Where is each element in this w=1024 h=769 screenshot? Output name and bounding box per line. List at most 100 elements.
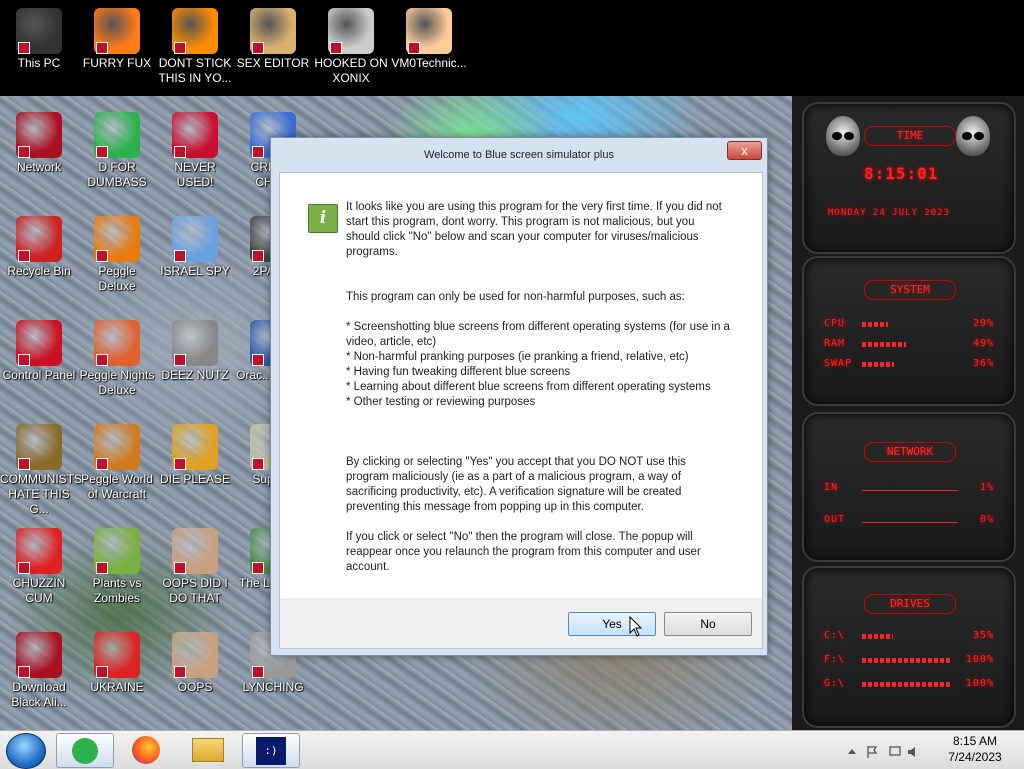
desktop-icon[interactable]: UKRAINE [78, 632, 156, 695]
desktop-icon[interactable]: Network [0, 112, 78, 175]
widget-row-value: 29% [972, 318, 994, 329]
spy-icon [172, 216, 218, 262]
desktop-icon[interactable]: CHUZZIN CUM [0, 528, 78, 606]
desktop-icon[interactable]: Plants vs Zombies [78, 528, 156, 606]
desktop-icon[interactable]: OOPS [156, 632, 234, 695]
taskbar-blue-screen-simulator-icon[interactable]: :) [242, 733, 300, 768]
network-panel: NETWORK IN 1% OUT 0% [802, 412, 1016, 562]
start-button[interactable] [6, 733, 46, 769]
desktop-icon-label: DIE PLEASE [159, 472, 231, 486]
mouse-cursor-icon [629, 616, 643, 637]
windows-stack-icon [172, 320, 218, 366]
money-bag-icon [16, 424, 62, 470]
shortcut-arrow-icon [252, 354, 264, 366]
portrait-64-icon [172, 632, 218, 678]
desktop-icon-label: DEEZ NUTZ [161, 368, 229, 382]
shortcut-arrow-icon [174, 250, 186, 262]
usage-bar [862, 634, 893, 639]
desktop-icon[interactable]: VM0Technic... [390, 8, 468, 71]
usage-bar [862, 362, 894, 367]
taskbar-feedly-icon[interactable] [56, 733, 114, 768]
alien-head-icon [826, 116, 860, 156]
desktop-icon[interactable]: SEX EDITOR [234, 8, 312, 71]
dialog-body: i It looks like you are using this progr… [279, 172, 763, 600]
portrait-icon [172, 528, 218, 574]
shortcut-arrow-icon [252, 250, 264, 262]
widget-row-value: 0% [979, 514, 994, 525]
desktop-icon-label: VM0Technic... [391, 56, 467, 70]
taskbar-clock[interactable]: 8:15 AM 7/24/2023 [930, 733, 1020, 765]
usage-bar [862, 658, 952, 663]
shortcut-arrow-icon [174, 562, 186, 574]
desktop-icon-label: ISRAEL SPY [160, 264, 230, 278]
close-button[interactable]: x [727, 141, 762, 160]
desktop-icon[interactable]: Peggle Nights Deluxe [78, 320, 156, 398]
de-icon [172, 424, 218, 470]
shortcut-arrow-icon [252, 562, 264, 574]
peggle-nights-icon [94, 320, 140, 366]
desktop-icon[interactable]: This PC [0, 8, 78, 71]
volume-icon [908, 747, 915, 757]
desktop-icon-label: UKRAINE [90, 680, 144, 694]
clock-date: 7/24/2023 [948, 750, 1002, 764]
desktop-icon[interactable]: OOPS DID I DO THAT [156, 528, 234, 606]
desktop-icon[interactable]: Download Black Ali... [0, 632, 78, 710]
network-graph [862, 508, 958, 523]
desktop-icon[interactable]: Control Panel [0, 320, 78, 383]
widget-row-label: RAM [824, 338, 846, 349]
chevron-up-icon [848, 749, 856, 754]
network-header: NETWORK [864, 442, 956, 462]
network-icon [889, 746, 901, 756]
plants-icon [94, 528, 140, 574]
time-header: TIME [864, 126, 956, 146]
widget-date: MONDAY 24 JULY 2023 [828, 208, 950, 218]
desktop-icon[interactable]: DEEZ NUTZ [156, 320, 234, 383]
desktop-icon[interactable]: HOOKED ON XONIX [312, 8, 390, 86]
welcome-dialog: Welcome to Blue screen simulator plus x … [270, 137, 768, 656]
network-graph [862, 476, 958, 491]
shortcut-arrow-icon [330, 42, 342, 54]
shortcut-arrow-icon [96, 562, 108, 574]
desktop-icon-label: OOPS DID I DO THAT [162, 576, 228, 605]
desktop-icon[interactable]: COMMUNISTS HATE THIS G... [0, 424, 82, 517]
no-button[interactable]: No [664, 612, 752, 636]
drives-panel: DRIVES C:\ 35% F:\ 100% G:\ 100% [802, 566, 1016, 728]
taskbar-file-explorer-icon[interactable] [180, 733, 236, 766]
desktop-icon[interactable]: FURRY FUX [78, 8, 156, 71]
accept-paragraph: By clicking or selecting "Yes" you accep… [346, 456, 686, 513]
purpose-paragraph: This program can only be used for non-ha… [346, 291, 685, 303]
desktop-icon[interactable]: ISRAEL SPY [156, 216, 234, 279]
widget-row-label: G:\ [824, 678, 846, 689]
shortcut-arrow-icon [18, 354, 30, 366]
widget-row-label: CPU [824, 318, 846, 329]
taskbar-firefox-icon[interactable] [118, 733, 174, 766]
desktop-icon[interactable]: DONT STICK THIS IN YO... [156, 8, 234, 86]
shortcut-arrow-icon [96, 354, 108, 366]
shortcut-arrow-icon [174, 458, 186, 470]
desktop-icon-label: LYNCHING [242, 680, 304, 694]
desktop-icon-label: Control Panel [2, 368, 76, 382]
recycle-bin-icon [16, 216, 62, 262]
feedly-icon [94, 112, 140, 158]
widget-row-label: C:\ [824, 630, 846, 641]
flag-icon [867, 746, 878, 758]
desktop-icon[interactable]: Peggle Deluxe [78, 216, 156, 294]
desktop-icon-label: D FOR DUMBASS [87, 160, 147, 189]
desktop-icon-label: FURRY FUX [82, 56, 152, 70]
widget-row-value: 49% [972, 338, 994, 349]
desktop-icon[interactable]: DIE PLEASE [156, 424, 234, 487]
desktop-icon-label: NEVER USED! [174, 160, 216, 189]
desktop-icon[interactable]: NEVER USED! [156, 112, 234, 190]
peggle-icon [94, 216, 140, 262]
dev-cpp-icon [172, 112, 218, 158]
widget-row-value: 100% [965, 678, 994, 689]
usage-bar [862, 342, 906, 347]
firefox-icon [94, 8, 140, 54]
desktop-icon[interactable]: Peggle World of Warcraft [78, 424, 156, 502]
desktop-icon[interactable]: D FOR DUMBASS [78, 112, 156, 190]
desktop: This PC FURRY FUX DONT STICK THIS IN YO...… [0, 0, 1024, 730]
desktop-icon[interactable]: Recycle Bin [0, 216, 78, 279]
alienware-icon [16, 112, 62, 158]
desktop-icon-label: Peggle World of Warcraft [81, 472, 153, 501]
doctor-icon [406, 8, 452, 54]
